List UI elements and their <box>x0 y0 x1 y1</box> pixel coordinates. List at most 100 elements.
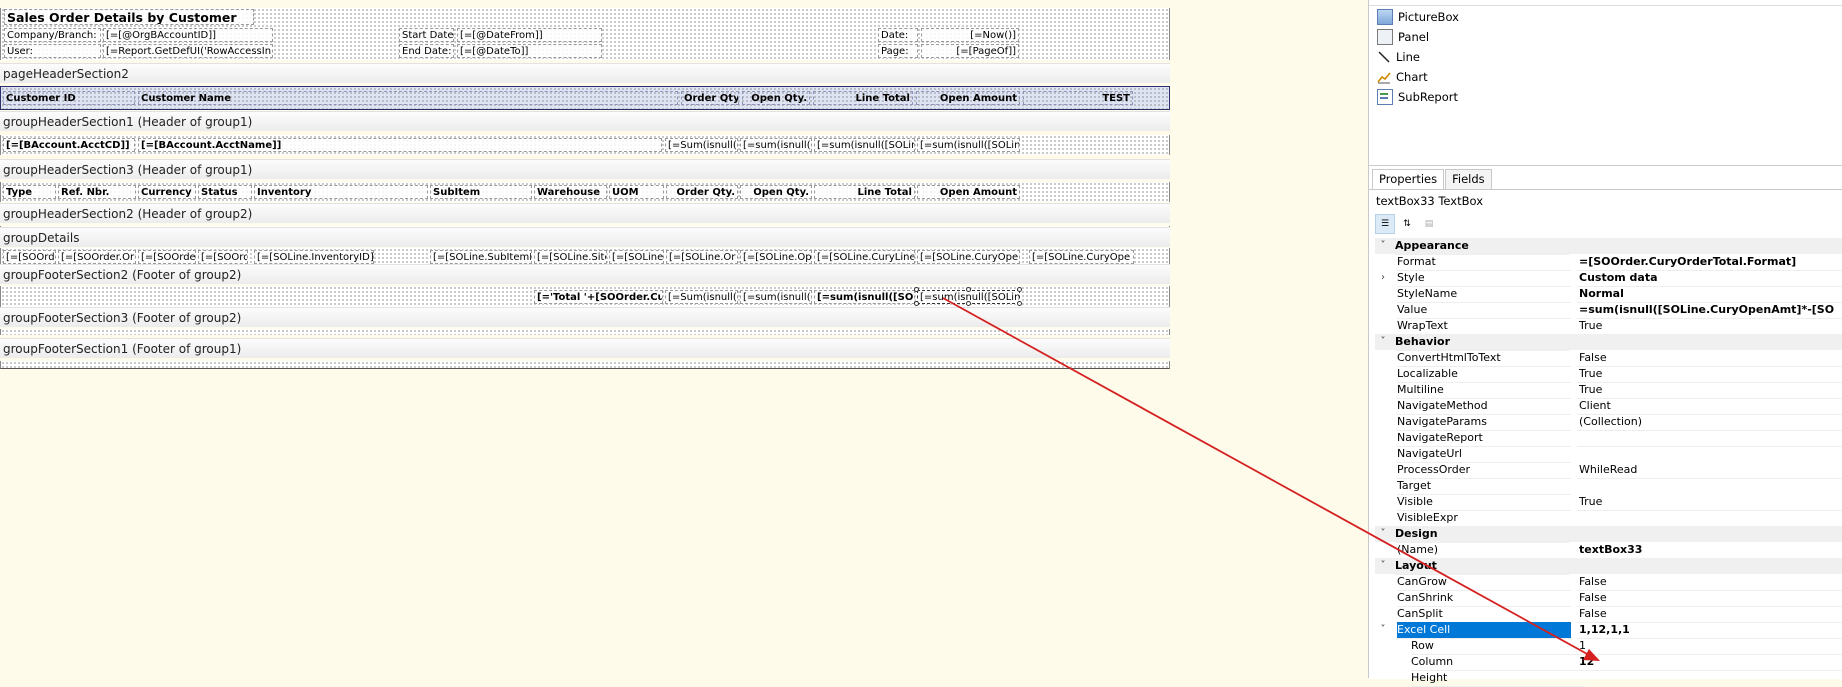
property-row[interactable]: › Style Custom data <box>1375 270 1842 287</box>
property-row[interactable]: CanSplit False <box>1375 606 1842 623</box>
property-value[interactable]: True <box>1577 318 1842 335</box>
end-date-label[interactable]: End Date: <box>399 44 454 58</box>
page-header-section-1[interactable]: Sales Order Details by Customer Company/… <box>0 8 1170 60</box>
detail-field-6[interactable]: [=[SOLine.SubItemI <box>430 250 532 264</box>
property-grid[interactable]: ˅ Appearance Format =[SOOrder.CuryOrderTota… <box>1375 238 1842 687</box>
group-header-section-1[interactable]: [=[BAccount.AcctCD]] [=[BAccount.AcctNam… <box>0 135 1170 155</box>
property-value[interactable] <box>1577 478 1842 479</box>
property-value[interactable]: False <box>1577 590 1842 607</box>
property-category[interactable]: ˅ Appearance <box>1375 238 1842 255</box>
property-row[interactable]: NavigateMethod Client <box>1375 398 1842 415</box>
property-row[interactable]: Value =sum(isnull([SOLine.CuryOpenAmt]*-[… <box>1375 302 1842 319</box>
resize-handle-n[interactable] <box>966 287 971 292</box>
detail-field-2[interactable]: [=[SOOrder.Or <box>58 250 136 264</box>
page-label[interactable]: Page: <box>878 44 918 58</box>
band-group-footer-section-3[interactable]: groupFooterSection3 (Footer of group2) <box>0 307 1170 327</box>
col-header-inventory[interactable]: Inventory <box>254 185 428 199</box>
property-row[interactable]: NavigateParams (Collection) <box>1375 414 1842 431</box>
property-value[interactable] <box>1577 446 1842 447</box>
col-header-open-qty[interactable]: Open Qty. <box>742 91 810 105</box>
property-value[interactable]: textBox33 <box>1577 542 1842 559</box>
col-header-uom[interactable]: UOM <box>609 185 664 199</box>
col-header-currency[interactable]: Currency <box>138 185 196 199</box>
col-header-test[interactable]: TEST <box>1023 91 1133 105</box>
property-row[interactable]: ConvertHtmlToText False <box>1375 350 1842 367</box>
col-header-order-qty-2[interactable]: Order Qty. <box>666 185 738 199</box>
property-value[interactable]: =sum(isnull([SOLine.CuryOpenAmt]*-[SO <box>1577 302 1842 319</box>
detail-field-9[interactable]: [=[SOLine.Or <box>666 250 738 264</box>
resize-handle-se[interactable] <box>1017 301 1022 306</box>
property-value[interactable]: False <box>1577 574 1842 591</box>
band-group-footer-section-1[interactable]: groupFooterSection1 (Footer of group1) <box>0 338 1170 358</box>
group-header-section-3[interactable]: Type Ref. Nbr. Currency Status Inventory… <box>0 182 1170 202</box>
resize-handle-ne[interactable] <box>1017 287 1022 292</box>
col-header-line-total[interactable]: Line Total <box>813 91 913 105</box>
detail-field-1[interactable]: [=[SOOrd <box>3 250 56 264</box>
detail-field-8[interactable]: [=[SOLine. <box>609 250 664 264</box>
chevron-right-icon[interactable]: › <box>1375 270 1391 286</box>
col-header-open-amount[interactable]: Open Amount <box>916 91 1020 105</box>
toolbox-item-picturebox[interactable]: PictureBox <box>1377 7 1459 27</box>
company-value[interactable]: [=[@OrgBAccountID]] <box>103 28 273 42</box>
toolbox-item-subreport[interactable]: SubReport <box>1377 87 1458 107</box>
footer-sum-2[interactable]: [=sum(isnull([ <box>740 290 812 304</box>
date-value[interactable]: [=Now()] <box>921 28 1019 42</box>
start-date-value[interactable]: [=[@DateFrom]] <box>457 28 602 42</box>
tab-properties[interactable]: Properties <box>1372 169 1445 190</box>
property-row[interactable]: Multiline True <box>1375 382 1842 399</box>
property-value[interactable] <box>1577 430 1842 431</box>
date-label[interactable]: Date: <box>878 28 918 42</box>
band-group-header-section-1[interactable]: groupHeaderSection1 (Header of group1) <box>0 111 1170 131</box>
band-page-header-section-2[interactable]: pageHeaderSection2 <box>0 63 1170 83</box>
property-category[interactable]: ˅ Layout <box>1375 558 1842 575</box>
detail-field-11[interactable]: [=[SOLine.CuryLine <box>814 250 915 264</box>
field-acct-name[interactable]: [=[BAccount.AcctName]] <box>138 138 662 152</box>
footer-sum-3[interactable]: [=sum(isnull([SOLin <box>814 290 915 304</box>
footer-sum-1[interactable]: [=Sum(isnull([ <box>665 290 738 304</box>
company-label[interactable]: Company/Branch: <box>4 28 101 42</box>
property-row[interactable]: NavigateReport <box>1375 430 1842 447</box>
detail-field-12[interactable]: [=[SOLine.CuryOpe <box>917 250 1020 264</box>
col-header-status[interactable]: Status <box>198 185 252 199</box>
detail-field-7[interactable]: [=[SOLine.Site <box>534 250 607 264</box>
alphabetical-view-button[interactable]: ⇅ <box>1397 214 1417 234</box>
property-row[interactable]: Localizable True <box>1375 366 1842 383</box>
col-header-type[interactable]: Type <box>3 185 56 199</box>
property-value[interactable]: Client <box>1577 398 1842 415</box>
property-row[interactable]: CanShrink False <box>1375 590 1842 607</box>
property-value[interactable]: (Collection) <box>1577 414 1842 431</box>
property-value[interactable]: True <box>1577 494 1842 511</box>
property-row[interactable]: Target <box>1375 478 1842 495</box>
report-title[interactable]: Sales Order Details by Customer <box>4 9 254 25</box>
property-row[interactable]: VisibleExpr <box>1375 510 1842 527</box>
col-header-customer-id[interactable]: Customer ID <box>3 91 135 105</box>
field-group1-sum-3[interactable]: [=sum(isnull([SOLin <box>814 138 915 152</box>
chevron-down-icon[interactable]: ˅ <box>1375 622 1391 638</box>
property-value[interactable]: =[SOOrder.CuryOrderTotal.Format] <box>1577 254 1842 271</box>
chevron-down-icon[interactable]: ˅ <box>1375 526 1391 542</box>
col-header-customer-name[interactable]: Customer Name <box>138 91 678 105</box>
property-pages-button[interactable]: ▤ <box>1419 214 1439 234</box>
property-value[interactable]: WhileRead <box>1577 462 1842 479</box>
col-header-order-qty[interactable]: Order Qty. <box>681 91 739 105</box>
detail-field-13[interactable]: [=[SOLine.CuryOpe <box>1029 250 1134 264</box>
chevron-down-icon[interactable]: ˅ <box>1375 558 1391 574</box>
detail-field-3[interactable]: [=[SOOrder <box>138 250 196 264</box>
chevron-down-icon[interactable]: ˅ <box>1375 238 1391 254</box>
categorized-view-button[interactable]: ☰ <box>1375 214 1395 234</box>
field-acct-cd[interactable]: [=[BAccount.AcctCD]] <box>3 138 135 152</box>
detail-field-5[interactable]: [=[SOLine.InventoryID]] <box>254 250 374 264</box>
group-footer-section-3[interactable] <box>0 329 1170 335</box>
property-row[interactable]: CanGrow False <box>1375 574 1842 591</box>
property-value[interactable]: 1,12,1,1 <box>1577 622 1842 639</box>
property-value[interactable]: False <box>1577 606 1842 623</box>
property-value[interactable]: True <box>1577 382 1842 399</box>
col-header-subitem[interactable]: SubItem <box>430 185 532 199</box>
group-footer-section-1[interactable] <box>0 361 1170 369</box>
property-value[interactable]: False <box>1577 350 1842 367</box>
property-value[interactable]: 12 <box>1577 654 1842 671</box>
group-footer-section-2[interactable]: [='Total '+[SOOrder.Cury [=Sum(isnull([ … <box>0 286 1170 308</box>
property-value[interactable]: True <box>1577 366 1842 383</box>
col-header-warehouse[interactable]: Warehouse <box>534 185 607 199</box>
toolbox-item-chart[interactable]: Chart <box>1377 67 1428 87</box>
